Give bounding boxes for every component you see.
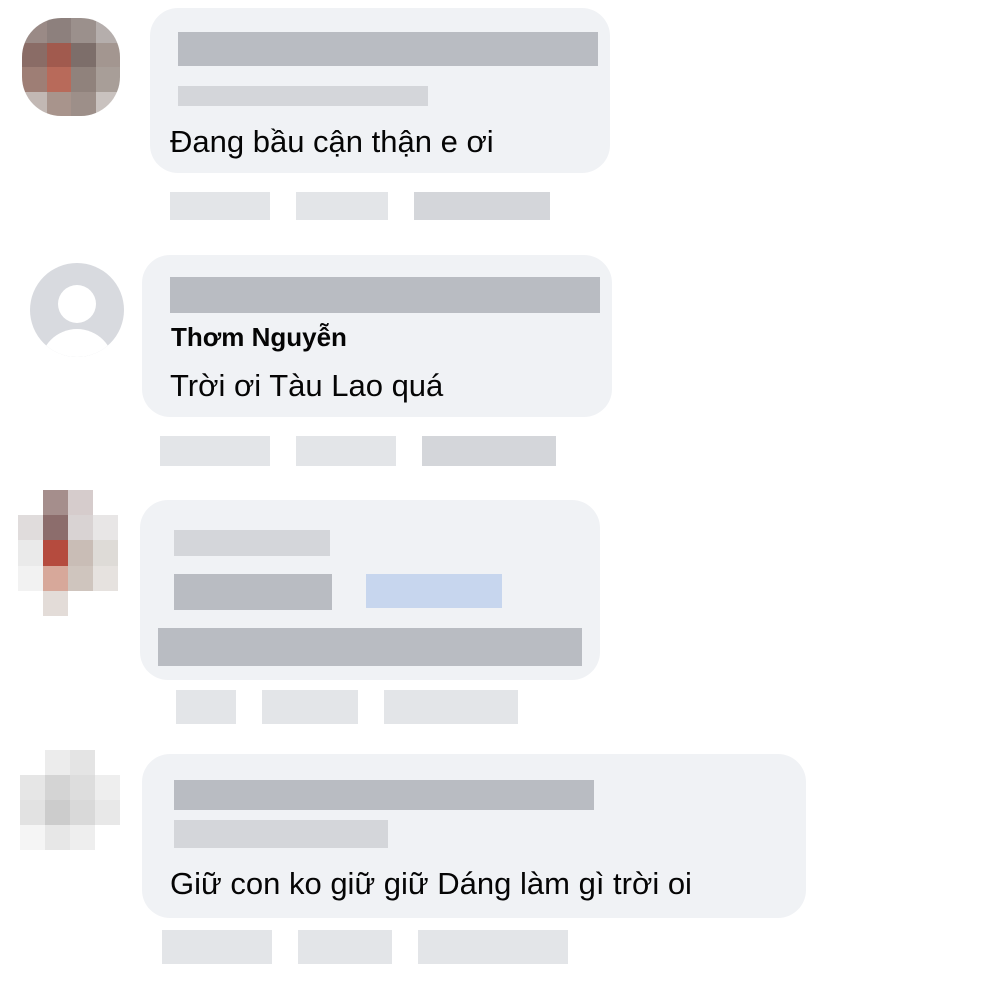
comment-3-text-blurred <box>158 628 582 666</box>
comment-1-actions <box>170 192 550 220</box>
comment-2-reply-action[interactable] <box>296 436 396 466</box>
comment-3-time-action[interactable] <box>384 690 518 724</box>
comment-4-avatar[interactable] <box>20 750 120 850</box>
comment-2-like-action[interactable] <box>160 436 270 466</box>
comment-2-avatar[interactable] <box>30 263 124 357</box>
comment-3-like-action[interactable] <box>176 690 236 724</box>
comment-4-meta-blurred <box>174 820 388 848</box>
comment-2-actions <box>160 436 556 466</box>
comment-3-avatar[interactable] <box>18 490 118 616</box>
comment-3-author-blurred <box>174 530 330 556</box>
comment-3-tag-blurred[interactable] <box>366 574 502 608</box>
comment-3-name-blurred <box>174 574 332 610</box>
comment-1-text: Đang bầu cận thận e ơi <box>170 124 494 159</box>
comment-1-avatar[interactable] <box>22 18 120 116</box>
comment-4-actions <box>162 930 568 964</box>
comment-4-text: Giữ con ko giữ giữ Dáng làm gì trời oi <box>170 866 692 901</box>
default-profile-icon <box>58 285 96 323</box>
comment-4-like-action[interactable] <box>162 930 272 964</box>
comment-3-reply-action[interactable] <box>262 690 358 724</box>
comment-1-reply-action[interactable] <box>296 192 388 220</box>
comment-2-quote-blurred <box>170 277 600 313</box>
comment-1-author-blurred <box>178 32 598 66</box>
comment-3-bubble <box>140 500 600 680</box>
comment-1-time-action[interactable] <box>414 192 550 220</box>
comment-1-meta-blurred <box>178 86 428 106</box>
comment-3-actions <box>176 690 518 724</box>
comment-4-reply-action[interactable] <box>298 930 392 964</box>
comment-2-text: Trời ơi Tàu Lao quá <box>170 368 444 403</box>
comment-4-time-action[interactable] <box>418 930 568 964</box>
comment-4-author-blurred <box>174 780 594 810</box>
comment-1-like-action[interactable] <box>170 192 270 220</box>
comment-2-author-name[interactable]: Thơm Nguyễn <box>171 322 347 352</box>
comment-thread: Đang bầu cận thận e ơi Thơm Nguyễn Trời … <box>0 0 1000 981</box>
comment-2-time-action[interactable] <box>422 436 556 466</box>
